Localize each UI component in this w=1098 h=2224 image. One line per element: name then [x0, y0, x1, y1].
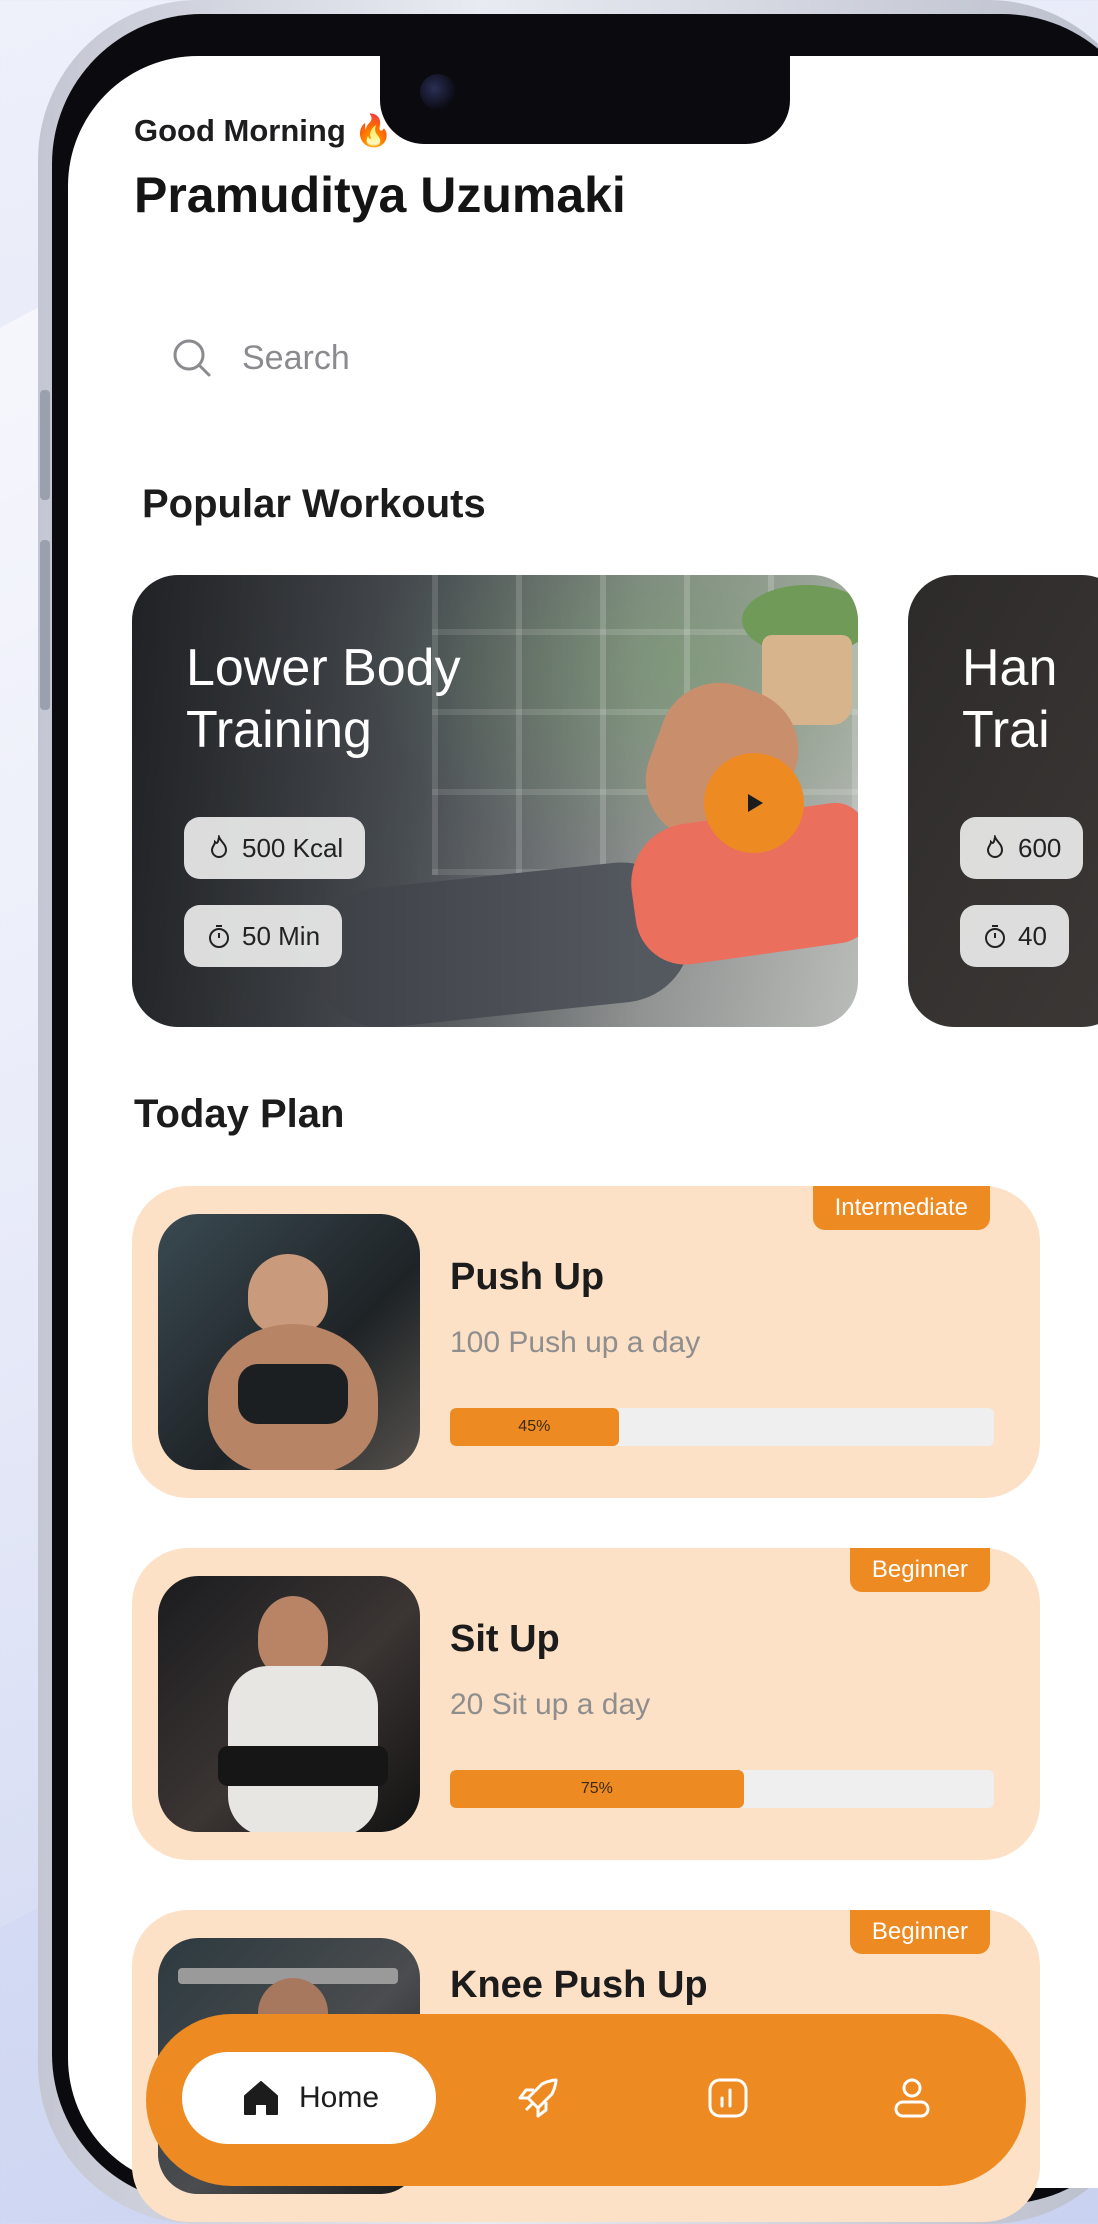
profile-icon[interactable] [886, 2072, 938, 2124]
plan-title: Push Up [450, 1256, 605, 1298]
user-name: Pramuditya Uzumaki [134, 167, 626, 223]
duration-value: 40 [1018, 920, 1047, 951]
play-icon [748, 794, 763, 812]
progress-label: 75% [580, 1780, 613, 1797]
greeting: Good Morning 🔥 [134, 112, 393, 149]
progress-bar: 45% [450, 1408, 994, 1446]
calories-value: 500 Kcal [242, 832, 344, 863]
search-input[interactable]: Search [242, 339, 350, 378]
duration-chip: 40 [960, 905, 1069, 967]
rocket-icon[interactable] [512, 2072, 564, 2124]
stopwatch-icon [209, 925, 229, 948]
plan-subtitle: 20 Sit up a day [450, 1688, 651, 1721]
calories-value: 600 [1018, 832, 1062, 863]
search-icon [173, 339, 211, 377]
greeting-text: Good Morning [134, 113, 346, 148]
section-title-popular: Popular Workouts [142, 482, 486, 526]
progress-bar: 75% [450, 1770, 994, 1808]
stopwatch-icon [985, 925, 1005, 948]
level-badge: Intermediate [812, 1186, 990, 1230]
plan-thumbnail [158, 1214, 420, 1470]
level-badge: Beginner [849, 1910, 990, 1954]
chart-icon[interactable] [702, 2072, 754, 2124]
calories-chip: 600 [960, 817, 1084, 879]
workout-title: Lower Body Training [186, 637, 461, 761]
duration-chip: 50 Min [184, 905, 343, 967]
progress-fill: 75% [450, 1770, 744, 1808]
thumbnail-figure [238, 1364, 348, 1424]
front-camera [420, 74, 456, 110]
plan-title: Sit Up [450, 1618, 560, 1660]
section-title-today: Today Plan [134, 1092, 345, 1136]
workout-title-line: Trai [962, 701, 1050, 759]
bottom-navigation: Home [146, 2014, 1026, 2186]
flame-icon [986, 835, 1004, 858]
duration-value: 50 Min [242, 920, 321, 951]
plan-thumbnail [158, 1576, 420, 1832]
search-bar[interactable]: Search [134, 310, 1034, 406]
level-badge: Beginner [849, 1548, 990, 1592]
nav-home-label: Home [298, 2081, 380, 2114]
phone-side-button [40, 540, 50, 710]
thumbnail-figure [258, 1596, 328, 1676]
workout-title-line: Lower Body [186, 639, 461, 697]
plan-subtitle: 100 Push up a day [450, 1326, 701, 1359]
plan-card[interactable]: Intermediate Push Up 100 Push up a day 4… [132, 1186, 1040, 1498]
workout-title: Han Trai [962, 637, 1057, 761]
home-icon [243, 2081, 278, 2115]
plan-title: Knee Push Up [450, 1964, 708, 2006]
phone-side-button [40, 390, 50, 500]
progress-label: 45% [518, 1418, 551, 1435]
nav-home-button[interactable]: Home [182, 2052, 436, 2144]
plan-card[interactable]: Beginner Sit Up 20 Sit up a day 75% [132, 1548, 1040, 1860]
flame-icon [210, 835, 228, 858]
workout-card[interactable]: Lower Body Training 500 Kcal 50 Min [132, 575, 858, 1027]
workout-title-line: Training [186, 701, 372, 759]
workout-card[interactable]: Han Trai 600 40 [908, 575, 1098, 1027]
progress-fill: 45% [450, 1408, 619, 1446]
thumbnail-figure [248, 1254, 328, 1334]
calories-chip: 500 Kcal [184, 817, 366, 879]
workout-title-line: Han [962, 639, 1058, 697]
thumbnail-figure [218, 1746, 388, 1786]
play-button[interactable] [704, 753, 804, 853]
